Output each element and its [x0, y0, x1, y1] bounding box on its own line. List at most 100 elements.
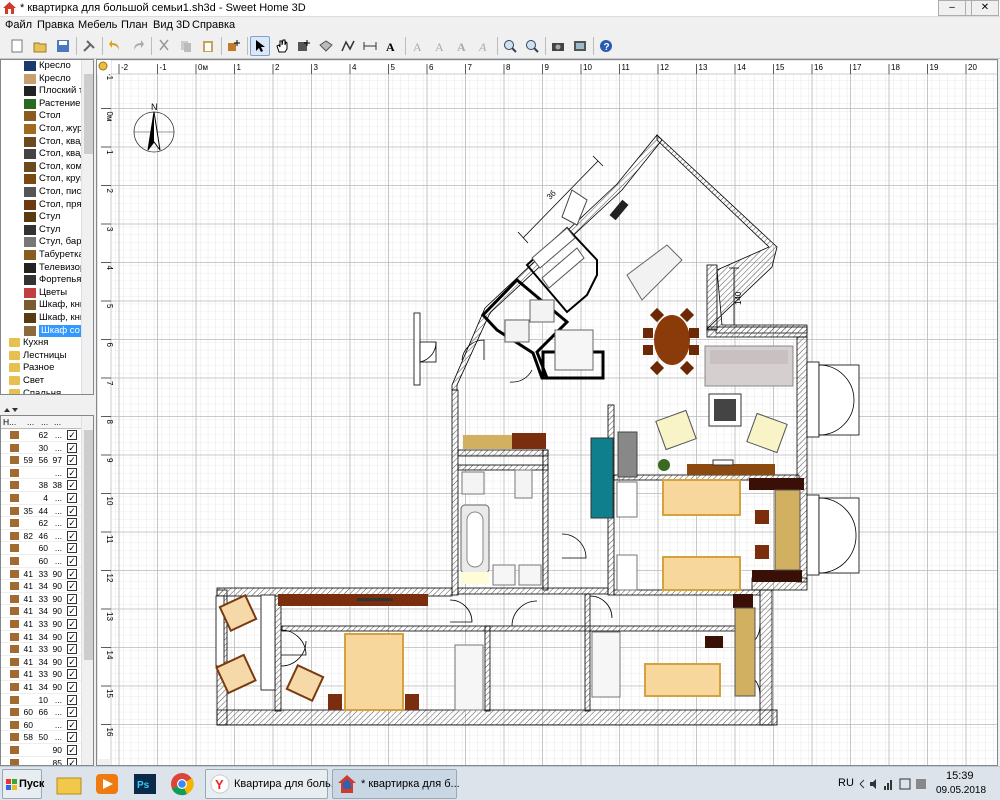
- pan-mode-button[interactable]: [272, 36, 292, 56]
- visible-checkbox[interactable]: ✓: [67, 757, 77, 765]
- furniture-catalog[interactable]: Кресло Кресло Плоский те Растение Стол Стол, …: [0, 59, 94, 395]
- menu-help[interactable]: Справка: [192, 19, 235, 31]
- table-row[interactable]: 41 34 90 ✓: [1, 631, 81, 644]
- table-row[interactable]: 60 66... ✓: [1, 706, 81, 719]
- wardrobe[interactable]: [278, 594, 428, 606]
- tray-icons[interactable]: [858, 777, 928, 791]
- open-button[interactable]: [30, 36, 50, 56]
- table-row[interactable]: 10... ✓: [1, 694, 81, 707]
- table-row[interactable]: 41 33 90 ✓: [1, 643, 81, 656]
- text-style-1-button[interactable]: A: [408, 36, 428, 56]
- bed-2[interactable]: [662, 556, 741, 591]
- table-row[interactable]: 62... ✓: [1, 429, 81, 442]
- floor-plan-canvas[interactable]: -2 -1 0м 1 2 3 4 5 6 7 8 9 10 11 12 13 14 15 16 17 18 19 20 -1…: [97, 60, 998, 766]
- media-player-pin[interactable]: [90, 769, 124, 799]
- table-row[interactable]: 41 34 90 ✓: [1, 605, 81, 618]
- visible-checkbox[interactable]: ✓: [67, 593, 77, 604]
- visible-checkbox[interactable]: ✓: [67, 530, 77, 541]
- menu-3d-view[interactable]: Вид 3D: [153, 19, 190, 31]
- visible-checkbox[interactable]: ✓: [67, 656, 77, 667]
- column-header-name[interactable]: Н...: [3, 416, 16, 428]
- table-row[interactable]: 60... ✓: [1, 542, 81, 555]
- column-header-depth[interactable]: ...: [41, 416, 48, 428]
- visible-checkbox[interactable]: ✓: [67, 732, 77, 743]
- minimize-button[interactable]: –: [938, 0, 966, 16]
- visible-checkbox[interactable]: ✓: [67, 606, 77, 617]
- catalog-scrollbar[interactable]: [81, 60, 93, 394]
- table-scrollbar[interactable]: [81, 416, 93, 765]
- visible-checkbox[interactable]: ✓: [67, 455, 77, 466]
- cut-button[interactable]: [154, 36, 174, 56]
- table-row[interactable]: 82 46... ✓: [1, 530, 81, 543]
- visible-checkbox[interactable]: ✓: [67, 556, 77, 566]
- explorer-pin[interactable]: [52, 769, 86, 799]
- visible-checkbox[interactable]: ✓: [67, 682, 77, 692]
- visible-checkbox[interactable]: ✓: [67, 644, 77, 655]
- close-button[interactable]: ✕: [971, 0, 999, 16]
- visible-checkbox[interactable]: ✓: [67, 745, 77, 755]
- clock-date[interactable]: 09.05.2018: [936, 785, 986, 796]
- table-row[interactable]: 90 ✓: [1, 744, 81, 757]
- chrome-pin[interactable]: [166, 769, 200, 799]
- select-mode-button[interactable]: [250, 36, 270, 56]
- visible-checkbox[interactable]: ✓: [67, 442, 77, 453]
- create-dimensions-button[interactable]: [360, 36, 380, 56]
- visible-checkbox[interactable]: ✓: [67, 619, 77, 629]
- table-row[interactable]: 35 44... ✓: [1, 505, 81, 518]
- table-row[interactable]: 60... ✓: [1, 719, 81, 732]
- create-rooms-button[interactable]: [316, 36, 336, 56]
- clock-time[interactable]: 15:39: [946, 770, 974, 782]
- copy-button[interactable]: [176, 36, 196, 56]
- taskbar-yandex-window[interactable]: Y Квартира для боль...: [205, 769, 340, 799]
- visible-checkbox[interactable]: ✓: [67, 581, 77, 592]
- visible-checkbox[interactable]: ✓: [67, 505, 77, 516]
- create-walls-button[interactable]: [294, 36, 314, 56]
- panel-splitter[interactable]: [0, 405, 94, 415]
- visible-checkbox[interactable]: ✓: [67, 543, 77, 554]
- visible-checkbox[interactable]: ✓: [67, 669, 77, 680]
- table-row[interactable]: 4... ✓: [1, 492, 81, 505]
- help-button[interactable]: ?: [596, 36, 616, 56]
- visible-checkbox[interactable]: ✓: [67, 518, 77, 529]
- bold-button[interactable]: A: [452, 36, 472, 56]
- zoom-out-button[interactable]: [522, 36, 542, 56]
- column-header-height[interactable]: ...: [54, 416, 61, 428]
- table-row[interactable]: 41 34 90 ✓: [1, 656, 81, 669]
- plan-view[interactable]: -2 -1 0м 1 2 3 4 5 6 7 8 9 10 11 12 13 14 15 16 17 18 19 20 -1…: [96, 59, 998, 766]
- language-indicator[interactable]: RU: [838, 777, 854, 789]
- add-furniture-button[interactable]: [224, 36, 244, 56]
- italic-button[interactable]: A: [474, 36, 494, 56]
- visible-checkbox[interactable]: ✓: [67, 493, 77, 503]
- double-bed[interactable]: [344, 633, 404, 711]
- save-button[interactable]: [53, 36, 73, 56]
- visible-checkbox[interactable]: ✓: [67, 467, 77, 478]
- table-row[interactable]: 41 33 90 ✓: [1, 568, 81, 581]
- table-row[interactable]: 30... ✓: [1, 442, 81, 455]
- menu-file[interactable]: Файл: [5, 19, 32, 31]
- table-row[interactable]: 59 56 97 ✓: [1, 454, 81, 467]
- table-row[interactable]: 41 33 90 ✓: [1, 668, 81, 681]
- table-row[interactable]: 58 50... ✓: [1, 731, 81, 744]
- table-row[interactable]: 85 ✓: [1, 757, 81, 765]
- create-polylines-button[interactable]: [338, 36, 358, 56]
- visible-checkbox[interactable]: ✓: [67, 694, 77, 705]
- visible-checkbox[interactable]: ✓: [67, 707, 77, 718]
- create-photo-button[interactable]: [548, 36, 568, 56]
- menu-plan[interactable]: План: [121, 19, 148, 31]
- new-home-button[interactable]: [7, 36, 27, 56]
- create-video-button[interactable]: [570, 36, 590, 56]
- paste-button[interactable]: [198, 36, 218, 56]
- table-row[interactable]: ... ✓: [1, 467, 81, 480]
- menu-edit[interactable]: Правка: [37, 19, 74, 31]
- visible-checkbox[interactable]: ✓: [67, 480, 77, 491]
- text-style-2-button[interactable]: A: [430, 36, 450, 56]
- menu-furniture[interactable]: Мебель: [78, 19, 117, 31]
- photoshop-pin[interactable]: Ps: [128, 769, 162, 799]
- taskbar-sweet-home-window[interactable]: * квартирка для б...: [332, 769, 460, 799]
- visible-checkbox[interactable]: ✓: [67, 631, 77, 642]
- visible-checkbox[interactable]: ✓: [67, 568, 77, 579]
- table-row[interactable]: 41 33 90 ✓: [1, 593, 81, 606]
- zoom-in-button[interactable]: [500, 36, 520, 56]
- visible-checkbox[interactable]: ✓: [67, 719, 77, 730]
- table-row[interactable]: 41 34 90 ✓: [1, 580, 81, 593]
